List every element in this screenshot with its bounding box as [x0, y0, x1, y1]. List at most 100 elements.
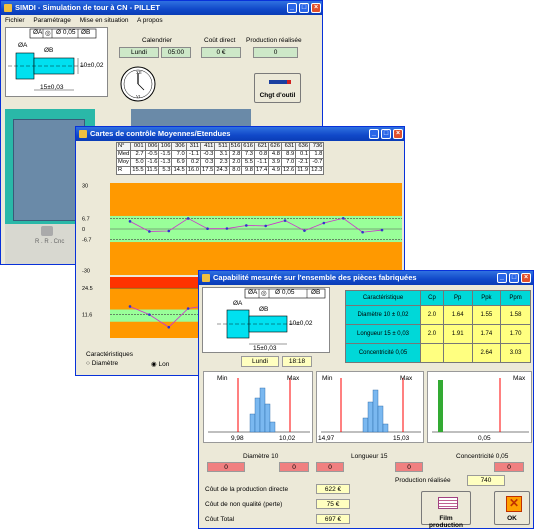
capability-close-button[interactable]: × — [521, 273, 531, 283]
capability-minimize-button[interactable]: _ — [497, 273, 507, 283]
tol-frame-b: ØB — [81, 29, 91, 36]
menu-mise-en-situation[interactable]: Mise en situation — [80, 17, 129, 24]
histogram-bar — [264, 403, 271, 433]
capability-row-concentricite: Concentricité 0,05 2.64 3.03 — [345, 343, 531, 363]
menu-bar: Fichier Paramétrage Mise en situation A … — [5, 17, 170, 24]
mean-point — [303, 229, 306, 232]
production-realisee-label: Production réalisée — [246, 37, 302, 44]
cap-production-label: Production réalisée — [395, 477, 451, 484]
grid-header-cell: 106 — [158, 142, 173, 151]
cap-production-field: 740 — [467, 475, 505, 486]
grid-cell: 2.0 — [228, 158, 243, 167]
cout-direct-label: Coût direct — [204, 37, 236, 44]
chgt-outil-button[interactable]: Chgt d'outil — [254, 73, 301, 103]
grid-cell: -1.1 — [253, 158, 270, 167]
grid-header-cell: 311 — [185, 142, 202, 151]
cost-direct-label: Côut de la production directe — [205, 486, 289, 493]
grid-cell: 16.0 — [185, 166, 202, 175]
grid-header-cell: 511 — [214, 142, 230, 151]
tol-frame-symbol: ◎ — [45, 30, 51, 37]
range-point — [128, 305, 132, 308]
axis-tick-label: 11.6 — [82, 312, 92, 318]
histogram-bar — [382, 423, 389, 433]
close-button[interactable]: × — [311, 3, 321, 13]
cost-total-field: 697 € — [316, 514, 350, 524]
maximize-button[interactable]: □ — [299, 3, 309, 13]
grid-cell: 0.3 — [200, 158, 216, 167]
cap-ppk: 1.74 — [471, 324, 502, 344]
cap-pp — [442, 343, 473, 363]
mean-point — [245, 224, 248, 227]
cap-tol-value: Ø 0,05 — [275, 289, 295, 296]
histogram-bar — [254, 397, 261, 433]
grid-cell: 12.6 — [280, 166, 297, 175]
grid-cell: 5.0 — [130, 158, 146, 167]
grid-cell: 2.8 — [228, 150, 243, 159]
hist-high-label: 0,05 — [478, 435, 491, 442]
radio-longueur-label: Lon — [158, 361, 170, 368]
grid-header-cell: 616 — [241, 142, 255, 151]
clock-icon: XII VI — [119, 65, 157, 103]
grid-cell: -1.6 — [144, 158, 160, 167]
grid-row-label: R — [115, 166, 132, 175]
grid-header-row: N° 001 006 106 306 311 411 511 516 616 621 626 631 63… — [115, 142, 325, 151]
cap-header-carac: Caractéristique — [345, 290, 421, 306]
grid-header-cell: 306 — [171, 142, 187, 151]
mean-point — [264, 224, 267, 228]
control-window-titlebar[interactable]: Cartes de contrôle Moyennes/Etendues _ □… — [76, 127, 404, 141]
grid-cell: 7.0 — [280, 158, 297, 167]
cap-day-field: Lundi — [241, 356, 279, 367]
grid-cell: 8.9 — [280, 150, 297, 159]
grid-cell: 14.5 — [171, 166, 187, 175]
cap-pp: 1.64 — [442, 305, 473, 325]
grid-cell: 2.7 — [130, 150, 146, 159]
cap-dim-diameter: 10±0,02 — [289, 320, 313, 327]
range-point — [148, 313, 151, 316]
minimize-button[interactable]: _ — [287, 3, 297, 13]
grid-cell: 11.5 — [144, 166, 160, 175]
menu-fichier[interactable]: Fichier — [5, 17, 25, 24]
film-production-button[interactable]: Film production — [421, 491, 471, 529]
cost-total-label: Côut Total — [205, 516, 235, 523]
control-minimize-button[interactable]: _ — [369, 129, 379, 139]
cap-dim-length: 15±0,03 — [253, 345, 277, 352]
control-maximize-button[interactable]: □ — [381, 129, 391, 139]
production-realisee-field: 0 — [253, 47, 298, 58]
side-fragment-label: R . R . Cnc — [35, 239, 65, 245]
grid-cell: 9.8 — [241, 166, 255, 175]
axis-tick-label: 24.5 — [82, 286, 93, 292]
ok-button[interactable]: ✕ OK — [494, 491, 530, 525]
control-close-button[interactable]: × — [393, 129, 403, 139]
capability-maximize-button[interactable]: □ — [509, 273, 519, 283]
histogram-bar — [362, 417, 369, 433]
grid-cell: 1.8 — [309, 150, 325, 159]
hand-tool-icon[interactable] — [41, 226, 53, 236]
part-drawing: ØA ØB ØA ◎ Ø 0,05 ØB 10±0,02 15±0,03 — [5, 27, 108, 97]
grid-cell: 3.1 — [214, 150, 230, 159]
hist-high-label: 10,02 — [279, 435, 296, 442]
mean-point — [380, 228, 384, 232]
range-point — [186, 307, 190, 310]
mean-point — [322, 221, 326, 225]
tol-frame-value: Ø 0,05 — [56, 29, 76, 36]
radio-diametre[interactable]: ○ Diamètre — [86, 360, 118, 367]
menu-a-propos[interactable]: A propos — [137, 17, 163, 24]
mean-point — [341, 216, 345, 220]
grid-header-cell: 636 — [295, 142, 311, 151]
capability-window-titlebar[interactable]: Capabilité mesurée sur l'ensemble des pi… — [199, 271, 533, 285]
grid-row-label: Med — [115, 150, 132, 159]
cap-cp: 2.0 — [420, 305, 444, 325]
mean-point — [148, 230, 151, 233]
radio-longueur[interactable]: ◉ Lon — [151, 360, 169, 368]
main-window-titlebar[interactable]: SIMDI - Simulation de tour à CN - PILLET… — [1, 1, 322, 15]
grid-header-cell: 001 — [130, 142, 146, 151]
grid-cell: 3.9 — [268, 158, 282, 167]
histogram-bar — [367, 401, 374, 433]
menu-parametrage[interactable]: Paramétrage — [33, 17, 71, 24]
grid-cell: 24.3 — [214, 166, 230, 175]
main-window-title: SIMDI - Simulation de tour à CN - PILLET — [15, 3, 161, 12]
machine-panel — [131, 109, 251, 127]
histogram-bar — [249, 413, 256, 433]
histogram-bar — [269, 421, 276, 433]
cap-row-name: Concentricité 0,05 — [345, 343, 421, 363]
